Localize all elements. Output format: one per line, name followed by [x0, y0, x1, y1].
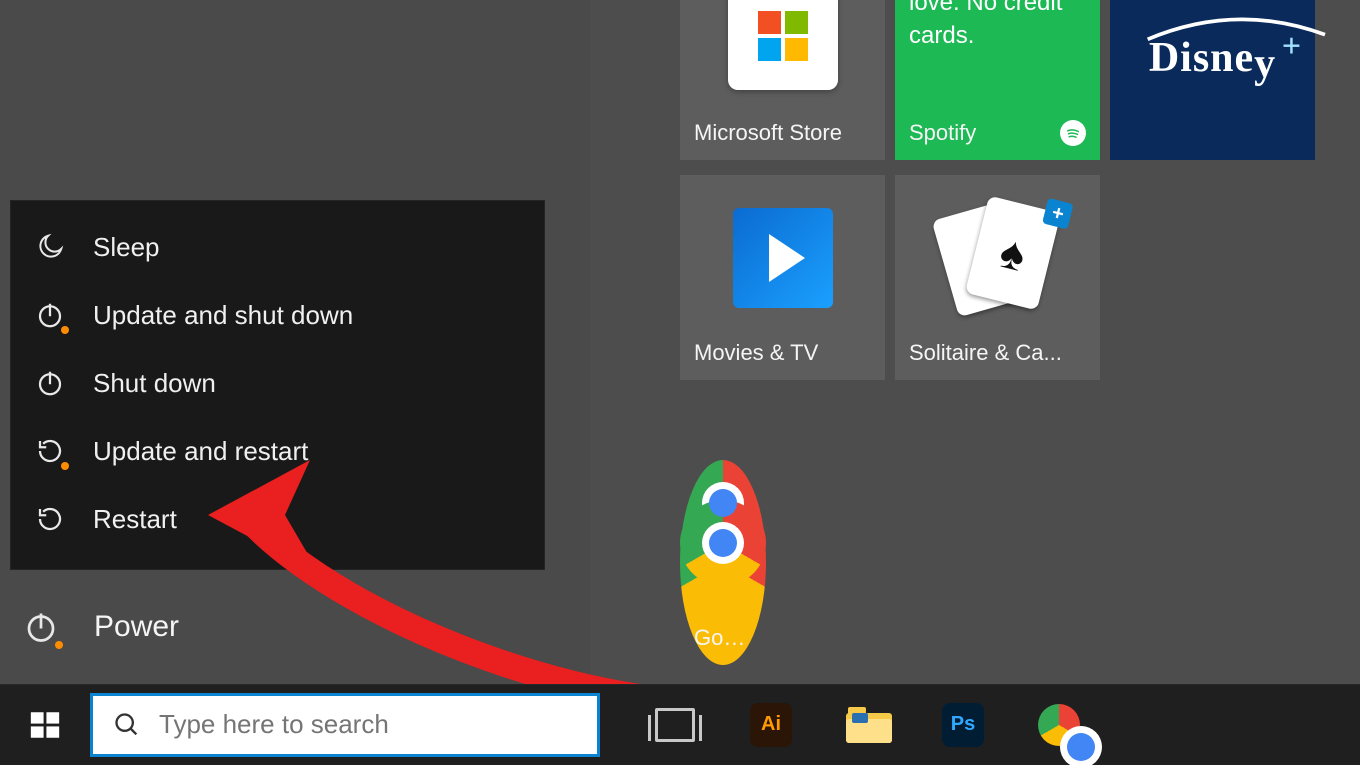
power-icon: [33, 366, 67, 400]
tile-solitaire[interactable]: ♠ Solitaire & Ca...: [895, 175, 1100, 380]
taskbar-photoshop[interactable]: Ps: [942, 704, 984, 746]
movies-tv-icon: [680, 175, 885, 340]
taskbar-pinned: Ai Ps: [654, 704, 1080, 746]
photoshop-icon: Ps: [942, 703, 984, 747]
taskbar-illustrator[interactable]: Ai: [750, 704, 792, 746]
power-menu: Sleep Update and shut down Shut down Upd…: [10, 200, 545, 570]
disney-plus-icon: Disney+: [1110, 0, 1315, 160]
moon-icon: [33, 230, 67, 264]
chrome-icon: [680, 460, 766, 625]
power-menu-item-label: Update and shut down: [93, 300, 353, 331]
power-menu-sleep[interactable]: Sleep: [11, 213, 544, 281]
search-icon: [113, 711, 141, 739]
taskbar: Ai Ps: [0, 684, 1360, 765]
tile-label: Movies & TV: [694, 340, 871, 366]
taskbar-file-explorer[interactable]: [846, 704, 888, 746]
power-button[interactable]: Power: [22, 608, 179, 646]
tile-movies-tv[interactable]: Movies & TV: [680, 175, 885, 380]
power-menu-item-label: Update and restart: [93, 436, 308, 467]
task-view-button[interactable]: [654, 704, 696, 746]
tile-disney-plus[interactable]: Disney+: [1110, 0, 1315, 160]
chrome-icon: [1038, 704, 1080, 746]
spotify-icon: [1060, 120, 1086, 146]
restart-icon: [33, 434, 67, 468]
tile-label: Spotify: [909, 120, 976, 146]
update-dot-icon: [61, 326, 69, 334]
tile-label: Microsoft Store: [694, 120, 871, 146]
power-menu-shutdown[interactable]: Shut down: [11, 349, 544, 417]
power-menu-update-shutdown[interactable]: Update and shut down: [11, 281, 544, 349]
solitaire-icon: ♠: [895, 175, 1100, 340]
spotify-promo-text: Play music you love. No credit cards.: [909, 0, 1086, 52]
search-input[interactable]: [159, 709, 577, 740]
microsoft-store-icon: [680, 0, 885, 120]
power-icon: [33, 298, 67, 332]
task-view-icon: [655, 708, 695, 742]
update-dot-icon: [61, 462, 69, 470]
power-menu-item-label: Restart: [93, 504, 177, 535]
power-menu-item-label: Shut down: [93, 368, 216, 399]
search-box[interactable]: [90, 693, 600, 757]
illustrator-icon: Ai: [750, 703, 792, 747]
start-tiles: Microsoft Store Play music you love. No …: [680, 0, 1360, 684]
tile-google-chrome[interactable]: Google Chrome: [680, 460, 766, 665]
tile-label: Solitaire & Ca...: [909, 340, 1086, 366]
power-icon: [22, 608, 60, 646]
power-label: Power: [94, 610, 179, 644]
start-button[interactable]: [0, 684, 90, 765]
tile-spotify[interactable]: Play music you love. No credit cards. Sp…: [895, 0, 1100, 160]
windows-icon: [28, 708, 62, 742]
restart-icon: [33, 502, 67, 536]
update-dot-icon: [55, 641, 63, 649]
tile-microsoft-store[interactable]: Microsoft Store: [680, 0, 885, 160]
file-explorer-icon: [846, 707, 888, 743]
power-menu-item-label: Sleep: [93, 232, 160, 263]
power-menu-restart[interactable]: Restart: [11, 485, 544, 553]
power-menu-update-restart[interactable]: Update and restart: [11, 417, 544, 485]
taskbar-chrome[interactable]: [1038, 704, 1080, 746]
tile-label: Google Chrome: [694, 625, 752, 651]
